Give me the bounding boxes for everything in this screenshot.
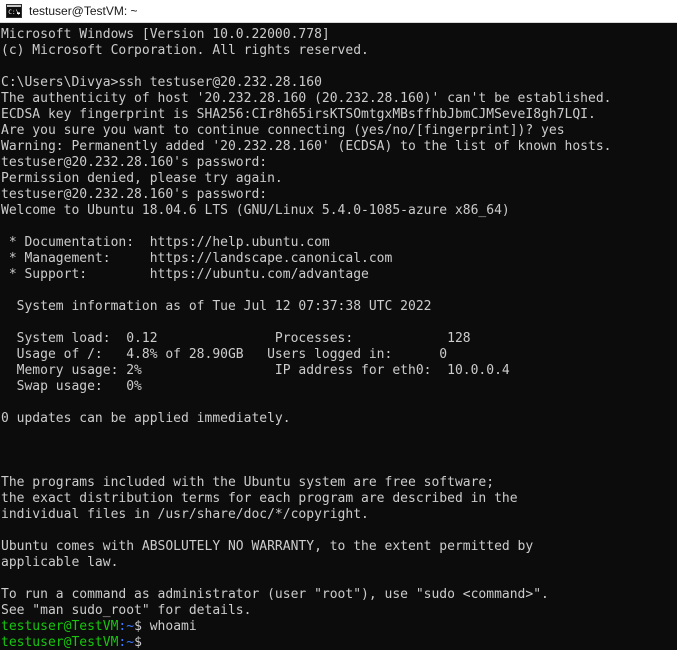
terminal-line: ECDSA key fingerprint is SHA256:CIr8h65i…	[1, 107, 596, 122]
terminal-line: Usage of /: 4.8% of 28.90GB Users logged…	[1, 347, 448, 362]
prompt-path: :~	[118, 635, 135, 650]
terminal-line: C:\Users\Divya>ssh testuser@20.232.28.16…	[1, 75, 322, 90]
terminal-line: The authenticity of host '20.232.28.160 …	[1, 91, 612, 106]
terminal-line: applicable law.	[1, 555, 119, 570]
terminal-line: testuser@20.232.28.160's password:	[1, 155, 268, 170]
terminal-line: (c) Microsoft Corporation. All rights re…	[1, 43, 369, 58]
prompt-user-host: testuser@TestVM	[1, 635, 119, 650]
prompt-command: whoami	[141, 619, 197, 634]
prompt-symbol: $	[134, 619, 142, 634]
prompt-user-host: testuser@TestVM	[1, 619, 119, 634]
terminal-line: Memory usage: 2% IP address for eth0: 10…	[1, 363, 510, 378]
terminal-line: System load: 0.12 Processes: 128	[1, 331, 471, 346]
terminal-prompt-line: testuser@TestVM:~$ whoami	[1, 619, 677, 635]
window-title: testuser@TestVM: ~	[29, 4, 138, 18]
terminal-line: Are you sure you want to continue connec…	[1, 123, 565, 138]
terminal-line: See "man sudo_root" for details.	[1, 603, 252, 618]
terminal-line: Permission denied, please try again.	[1, 171, 283, 186]
terminal-line: The programs included with the Ubuntu sy…	[1, 475, 495, 490]
prompt-symbol: $	[134, 635, 142, 650]
terminal-output[interactable]: Microsoft Windows [Version 10.0.22000.77…	[0, 23, 677, 650]
terminal-line: Warning: Permanently added '20.232.28.16…	[1, 139, 612, 154]
terminal-prompt-line: testuser@TestVM:~$	[1, 635, 677, 650]
terminal-line: System information as of Tue Jul 12 07:3…	[1, 299, 432, 314]
terminal-line: To run a command as administrator (user …	[1, 587, 549, 602]
terminal-line: Welcome to Ubuntu 18.04.6 LTS (GNU/Linux…	[1, 203, 510, 218]
terminal-line: Microsoft Windows [Version 10.0.22000.77…	[1, 27, 330, 42]
terminal-line: individual files in /usr/share/doc/*/cop…	[1, 507, 369, 522]
terminal-window: C:\ testuser@TestVM: ~ Microsoft Windows…	[0, 0, 677, 650]
terminal-line: 0 updates can be applied immediately.	[1, 411, 291, 426]
terminal-line: * Support: https://ubuntu.com/advantage	[1, 267, 369, 282]
terminal-line: Ubuntu comes with ABSOLUTELY NO WARRANTY…	[1, 539, 534, 554]
terminal-line: testuser@20.232.28.160's password:	[1, 187, 268, 202]
terminal-line: * Documentation: https://help.ubuntu.com	[1, 235, 330, 250]
window-titlebar[interactable]: C:\ testuser@TestVM: ~	[0, 0, 677, 23]
terminal-line: * Management: https://landscape.canonica…	[1, 251, 393, 266]
terminal-line: Swap usage: 0%	[1, 379, 142, 394]
console-icon: C:\	[6, 4, 22, 18]
terminal-line: the exact distribution terms for each pr…	[1, 491, 518, 506]
prompt-path: :~	[118, 619, 135, 634]
